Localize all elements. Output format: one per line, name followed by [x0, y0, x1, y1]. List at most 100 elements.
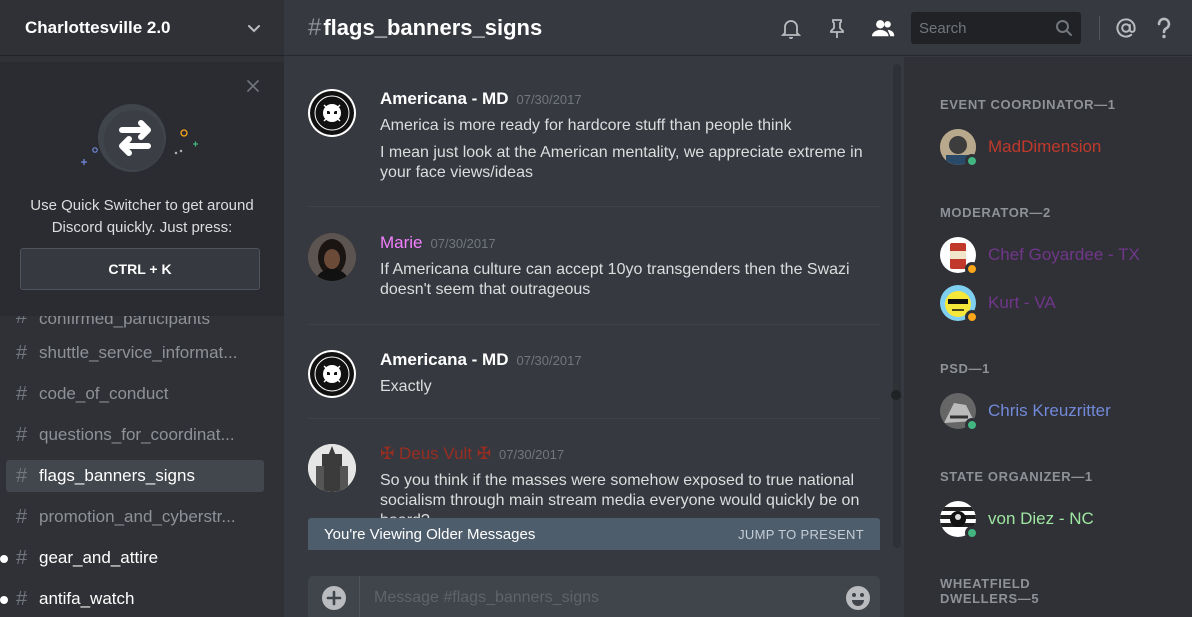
bell-icon[interactable]: [779, 16, 803, 40]
message-divider: [308, 206, 880, 207]
channel-label: flags_banners_signs: [39, 466, 195, 485]
server-name: Charlottesville 2.0: [25, 17, 171, 37]
unread-indicator: [0, 596, 8, 604]
message-scrollbar[interactable]: [890, 64, 902, 548]
avatar: [940, 501, 979, 540]
member-list: EVENT COORDINATOR—1 MadDimension MODERAT…: [904, 57, 1192, 617]
scrollbar-track: [893, 64, 901, 548]
header-toolbar: [779, 0, 1192, 56]
status-online-icon: [965, 418, 979, 432]
channel-label: questions_for_coordinat...: [39, 425, 235, 444]
timestamp: 07/30/2017: [516, 92, 582, 107]
role-header: WHEATFIELD DWELLERS—5: [940, 576, 1040, 606]
role-header: MODERATOR—2: [940, 205, 1051, 220]
channel-name: flags_banners_signs: [323, 14, 543, 40]
member-name: Chef Goyardee - TX: [988, 245, 1140, 264]
message-group: Americana - MD 07/30/2017 Exactly: [308, 350, 880, 398]
help-icon[interactable]: [1152, 16, 1176, 40]
message-group: Marie 07/30/2017 If Americana culture ca…: [308, 233, 880, 300]
close-icon[interactable]: [246, 79, 260, 93]
status-online-icon: [965, 154, 979, 168]
page-title: # flags_banners_signs: [308, 14, 542, 42]
channel-sidebar: Charlottesville 2.0 # confirmed_particip…: [0, 0, 284, 617]
status-idle-icon: [965, 262, 979, 276]
avatar: [940, 285, 979, 324]
emoji-button[interactable]: [836, 585, 880, 611]
avatar: [940, 393, 979, 432]
avatar[interactable]: [308, 233, 356, 281]
search-icon[interactable]: [1055, 19, 1073, 37]
role-header: PSD—1: [940, 361, 990, 376]
channel-flags-banners-signs[interactable]: # flags_banners_signs: [6, 460, 264, 492]
member-item[interactable]: MadDimension: [940, 127, 1180, 168]
avatar[interactable]: [308, 444, 356, 492]
author-name[interactable]: Marie: [380, 233, 423, 253]
mention-icon[interactable]: [1114, 16, 1138, 40]
scrollbar-thumb[interactable]: [891, 390, 901, 400]
status-idle-icon: [965, 310, 979, 324]
timestamp: 07/30/2017: [499, 447, 565, 462]
server-header[interactable]: Charlottesville 2.0: [0, 0, 284, 56]
avatar: [940, 129, 979, 168]
avatar[interactable]: [308, 89, 356, 137]
hash-icon: #: [16, 464, 28, 487]
author-name[interactable]: Americana - MD: [380, 89, 508, 109]
unread-indicator: [0, 555, 8, 563]
hash-icon: #: [16, 587, 28, 610]
channel-promotion-and-cyberstrategy[interactable]: # promotion_and_cyberstr...: [6, 501, 264, 533]
message-text: Exactly: [380, 378, 432, 395]
message-composer: [308, 576, 880, 617]
channel-list: # confirmed_participants # shuttle_servi…: [0, 305, 284, 617]
emoji-icon: [846, 586, 870, 610]
channel-label: gear_and_attire: [39, 548, 159, 567]
member-item[interactable]: von Diez - NC: [940, 499, 1180, 540]
channel-label: antifa_watch: [39, 589, 135, 608]
message-divider: [308, 418, 880, 419]
channel-code-of-conduct[interactable]: # code_of_conduct: [6, 378, 264, 410]
channel-gear-and-attire[interactable]: # gear_and_attire: [0, 542, 264, 574]
channel-label: shuttle_service_informat...: [39, 343, 238, 362]
role-header: EVENT COORDINATOR—1: [940, 97, 1116, 112]
channel-antifa-watch[interactable]: # antifa_watch: [0, 583, 264, 615]
message-text: America is more ready for hardcore stuff…: [380, 117, 792, 134]
member-name: MadDimension: [988, 137, 1102, 156]
member-name: Chris Kreuzritter: [988, 401, 1111, 420]
quick-switcher-popup: Use Quick Switcher to get around Discord…: [0, 62, 284, 316]
author-name[interactable]: Americana - MD: [380, 350, 508, 370]
search-box[interactable]: [911, 12, 1081, 44]
timestamp: 07/30/2017: [516, 353, 582, 368]
hash-icon: #: [308, 13, 322, 41]
hash-icon: #: [16, 423, 28, 446]
message-text: I mean just look at the American mentali…: [380, 144, 863, 181]
shortcut-key-badge: CTRL + K: [20, 248, 260, 290]
member-item[interactable]: Chris Kreuzritter: [940, 391, 1180, 432]
hash-icon: #: [16, 341, 28, 364]
switch-arrows-icon: [81, 104, 198, 172]
quick-switcher-text: Use Quick Switcher to get around Discord…: [30, 197, 254, 236]
members-icon[interactable]: [871, 16, 895, 40]
message-divider: [308, 324, 880, 325]
avatar: [940, 237, 979, 276]
channel-header: # flags_banners_signs: [284, 0, 1192, 56]
message-list: Americana - MD 07/30/2017 America is mor…: [284, 57, 904, 557]
avatar[interactable]: [308, 350, 356, 398]
search-input[interactable]: [919, 19, 1055, 37]
message-input[interactable]: [360, 589, 836, 607]
member-name: Kurt - VA: [988, 293, 1056, 312]
pin-icon[interactable]: [825, 16, 849, 40]
hash-icon: #: [16, 505, 28, 528]
chevron-down-icon[interactable]: [246, 20, 262, 36]
plus-circle-icon: [321, 586, 346, 610]
role-header: STATE ORGANIZER—1: [940, 469, 1093, 484]
author-name[interactable]: ✠ Deus Vult ✠: [380, 444, 491, 464]
hash-icon: #: [16, 546, 28, 569]
channel-questions-for-coordinators[interactable]: # questions_for_coordinat...: [6, 419, 264, 451]
member-item[interactable]: Chef Goyardee - TX: [940, 235, 1180, 276]
toolbar-divider: [1099, 16, 1100, 40]
message-text: If Americana culture can accept 10yo tra…: [380, 261, 850, 298]
attach-button[interactable]: [308, 576, 360, 617]
jump-to-present-button[interactable]: JUMP TO PRESENT: [738, 527, 864, 542]
message-group: Americana - MD 07/30/2017 America is mor…: [308, 89, 880, 183]
channel-shuttle-service[interactable]: # shuttle_service_informat...: [6, 337, 264, 369]
member-item[interactable]: Kurt - VA: [940, 283, 1180, 324]
